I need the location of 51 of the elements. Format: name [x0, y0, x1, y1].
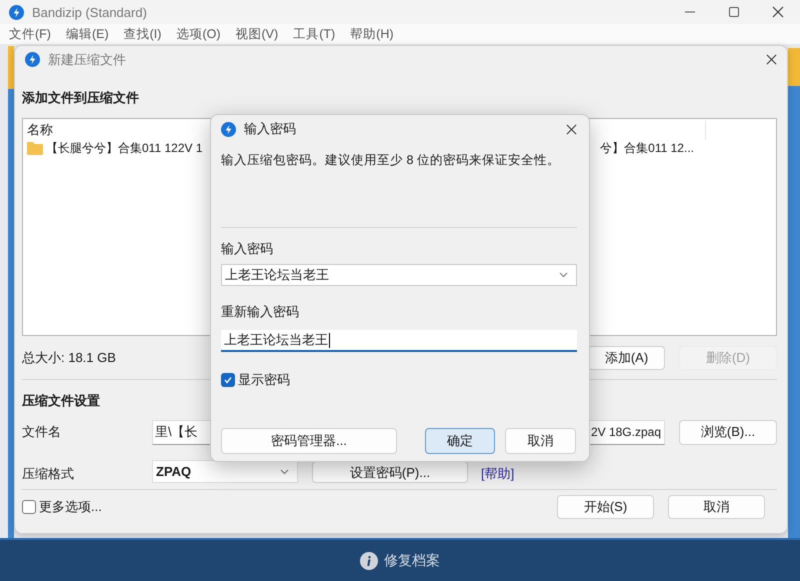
field-label: 重新输入密码 [221, 303, 300, 321]
info-icon [360, 552, 378, 570]
password-combobox[interactable]: 上老王论坛当老王 [221, 264, 577, 286]
field-value: 里\【长 [155, 423, 198, 441]
browse-button[interactable]: 浏览(B)... [679, 420, 777, 444]
password-field[interactable]: 上老王论坛当老王 [221, 330, 577, 352]
caret-icon [280, 468, 289, 474]
help-link[interactable]: [帮助] [481, 465, 514, 483]
file-name: 【长腿兮兮】合集011 122V 1 [46, 140, 202, 157]
menu-item[interactable]: 视图(V) [236, 26, 278, 42]
checkbox-label: 更多选项... [39, 498, 102, 516]
menu-item[interactable]: 编辑(E) [66, 26, 109, 42]
format-dropdown[interactable]: ZPAQ [152, 460, 298, 483]
total-size-label: 总大小: 18.1 GB [22, 348, 116, 366]
repair-archive-label[interactable]: 修复档案 [384, 552, 440, 570]
dialog-title: 输入密码 [244, 120, 297, 138]
close-icon[interactable] [566, 124, 577, 134]
section-heading: 添加文件到压缩文件 [22, 89, 140, 107]
add-button[interactable]: 添加(A) [588, 346, 665, 370]
caret-icon [559, 272, 568, 278]
folder-icon [27, 142, 43, 155]
section-heading: 压缩文件设置 [22, 392, 101, 410]
cancel-button[interactable]: 取消 [505, 428, 576, 454]
file-name: 兮】合集011 12... [600, 140, 694, 157]
window-title: Bandizip (Standard) [32, 4, 148, 20]
dialog-title: 新建压缩文件 [48, 50, 127, 68]
dialog-message: 输入压缩包密码。建议使用至少 8 位的密码来保证安全性。 [221, 152, 561, 169]
close-icon[interactable] [766, 54, 777, 65]
menu-item[interactable]: 帮助(H) [350, 26, 394, 42]
set-password-button[interactable]: 设置密码(P)... [312, 461, 468, 483]
checkbox[interactable] [22, 500, 36, 514]
field-label: 输入密码 [221, 240, 274, 258]
field-value: 2V 18G.zpaq [590, 425, 661, 439]
close-icon[interactable] [772, 6, 784, 18]
password-manager-button[interactable]: 密码管理器... [221, 428, 397, 454]
app-logo-icon [25, 52, 40, 67]
checkbox-label: 显示密码 [238, 371, 290, 389]
maximize-icon[interactable] [728, 6, 740, 18]
menu-item[interactable]: 查找(I) [124, 26, 162, 42]
cancel-button[interactable]: 取消 [668, 494, 765, 518]
menu-item[interactable]: 文件(F) [9, 26, 51, 42]
menu-item[interactable]: 工具(T) [293, 26, 336, 42]
ok-button[interactable]: 确定 [425, 428, 495, 454]
field-label: 文件名 [22, 423, 62, 441]
checkbox[interactable] [221, 373, 235, 387]
check-icon [223, 375, 233, 385]
field-label: 压缩格式 [22, 465, 75, 483]
app-logo-icon [221, 122, 236, 136]
menu-item[interactable]: 选项(O) [176, 26, 221, 42]
app-logo-icon [9, 4, 24, 20]
start-button[interactable]: 开始(S) [557, 494, 654, 518]
